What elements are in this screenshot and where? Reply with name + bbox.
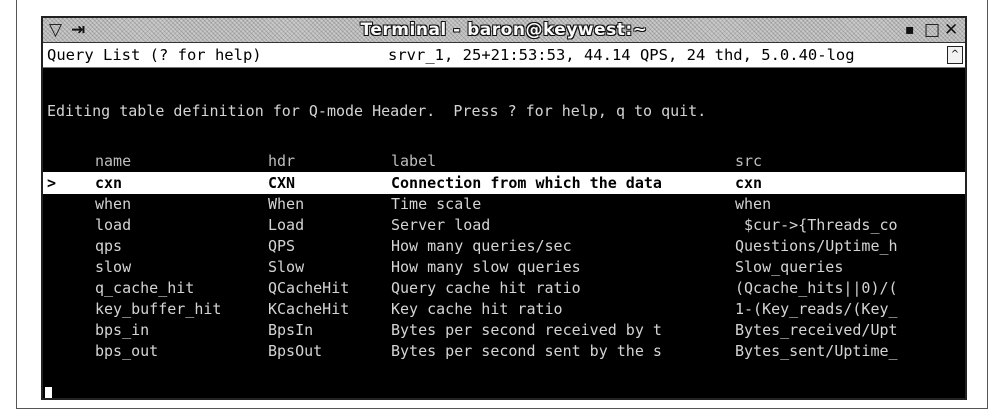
table-row[interactable]: load Load Server load $cur->{Threads_co	[43, 214, 965, 236]
terminal-window[interactable]: ▽ ⇥ Terminal - baron@keywest:~ ▪ □ ✕ Que…	[41, 16, 967, 400]
terminal-cursor	[45, 387, 52, 398]
cell-label: Server load	[391, 216, 491, 234]
cell-hdr: When	[268, 195, 305, 213]
editing-message: Editing table definition for Q-mode Head…	[43, 100, 965, 122]
server-status: srvr_1, 25+21:53:53, 44.14 QPS, 24 thd, …	[388, 46, 855, 64]
editing-message-text: Editing table definition for Q-mode Head…	[47, 102, 707, 120]
cell-label: Query cache hit ratio	[391, 279, 581, 297]
cell-label: Bytes per second received by t	[391, 321, 662, 339]
cell-src: Bytes_received/Upt	[735, 321, 898, 339]
table-row[interactable]: q_cache_hit QCacheHit Query cache hit ra…	[43, 277, 965, 299]
cell-name: bps_in	[95, 321, 150, 339]
window-title: Terminal - baron@keywest:~	[360, 20, 648, 40]
cell-label: Connection from which the data	[391, 174, 662, 192]
table-row[interactable]: slow Slow How many slow queries Slow_que…	[43, 256, 965, 278]
table-row[interactable]: bps_out BpsOut Bytes per second sent by …	[43, 340, 965, 362]
cell-src: cxn	[735, 174, 763, 192]
cell-src: Bytes_sent/Uptime_	[735, 342, 898, 360]
cell-label: Bytes per second sent by the s	[391, 342, 662, 360]
mode-label: Query List (? for help)	[47, 46, 262, 64]
table-row[interactable]: qps QPS How many queries/sec Questions/U…	[43, 235, 965, 257]
cell-src: 1-(Key_reads/(Key_	[735, 300, 898, 318]
cell-src: Questions/Uptime_h	[735, 237, 898, 255]
close-icon[interactable]: ✕	[944, 19, 958, 41]
table-header: name hdr label src	[43, 150, 965, 172]
table-row[interactable]: key_buffer_hit KCacheHit Key cache hit r…	[43, 298, 965, 320]
table-row-selected[interactable]: > cxn CXN Connection from which the data…	[43, 172, 965, 194]
maximize-icon[interactable]: □	[924, 19, 940, 41]
minimize-icon[interactable]: ▪	[905, 19, 915, 41]
cell-src: $cur->{Threads_co	[735, 216, 898, 234]
cell-name: bps_out	[95, 342, 159, 360]
cell-hdr: KCacheHit	[268, 300, 350, 318]
scroll-up-arrow-icon[interactable]: ^	[947, 46, 963, 64]
cell-hdr: BpsIn	[268, 321, 314, 339]
column-header-name: name	[95, 152, 132, 170]
cell-label: How many queries/sec	[391, 237, 572, 255]
cell-src: (Qcache_hits||0)/(	[735, 279, 898, 297]
cell-name: cxn	[95, 174, 123, 192]
cell-hdr: BpsOut	[268, 342, 323, 360]
table-row[interactable]: when When Time scale when	[43, 193, 965, 215]
cell-label: Key cache hit ratio	[391, 300, 563, 318]
cell-name: q_cache_hit	[95, 279, 195, 297]
cell-hdr: Slow	[268, 258, 305, 276]
cell-name: when	[95, 195, 132, 213]
cell-hdr: Load	[268, 216, 305, 234]
cell-hdr: CXN	[268, 174, 296, 192]
column-header-label: label	[391, 152, 437, 170]
column-header-src: src	[735, 152, 763, 170]
cell-hdr: QPS	[268, 237, 296, 255]
column-header-hdr: hdr	[268, 152, 296, 170]
cell-name: load	[95, 216, 132, 234]
status-bar: Query List (? for help) srvr_1, 25+21:53…	[43, 43, 965, 68]
cell-src: Slow_queries	[735, 258, 844, 276]
cell-name: key_buffer_hit	[95, 300, 222, 318]
cell-name: slow	[95, 258, 132, 276]
cell-name: qps	[95, 237, 123, 255]
cell-label: Time scale	[391, 195, 482, 213]
selection-marker: >	[47, 174, 57, 192]
cell-label: How many slow queries	[391, 258, 581, 276]
title-bar[interactable]: ▽ ⇥ Terminal - baron@keywest:~ ▪ □ ✕	[43, 18, 965, 43]
cell-hdr: QCacheHit	[268, 279, 350, 297]
table-row[interactable]: bps_in BpsIn Bytes per second received b…	[43, 319, 965, 341]
cell-src: when	[735, 195, 772, 213]
